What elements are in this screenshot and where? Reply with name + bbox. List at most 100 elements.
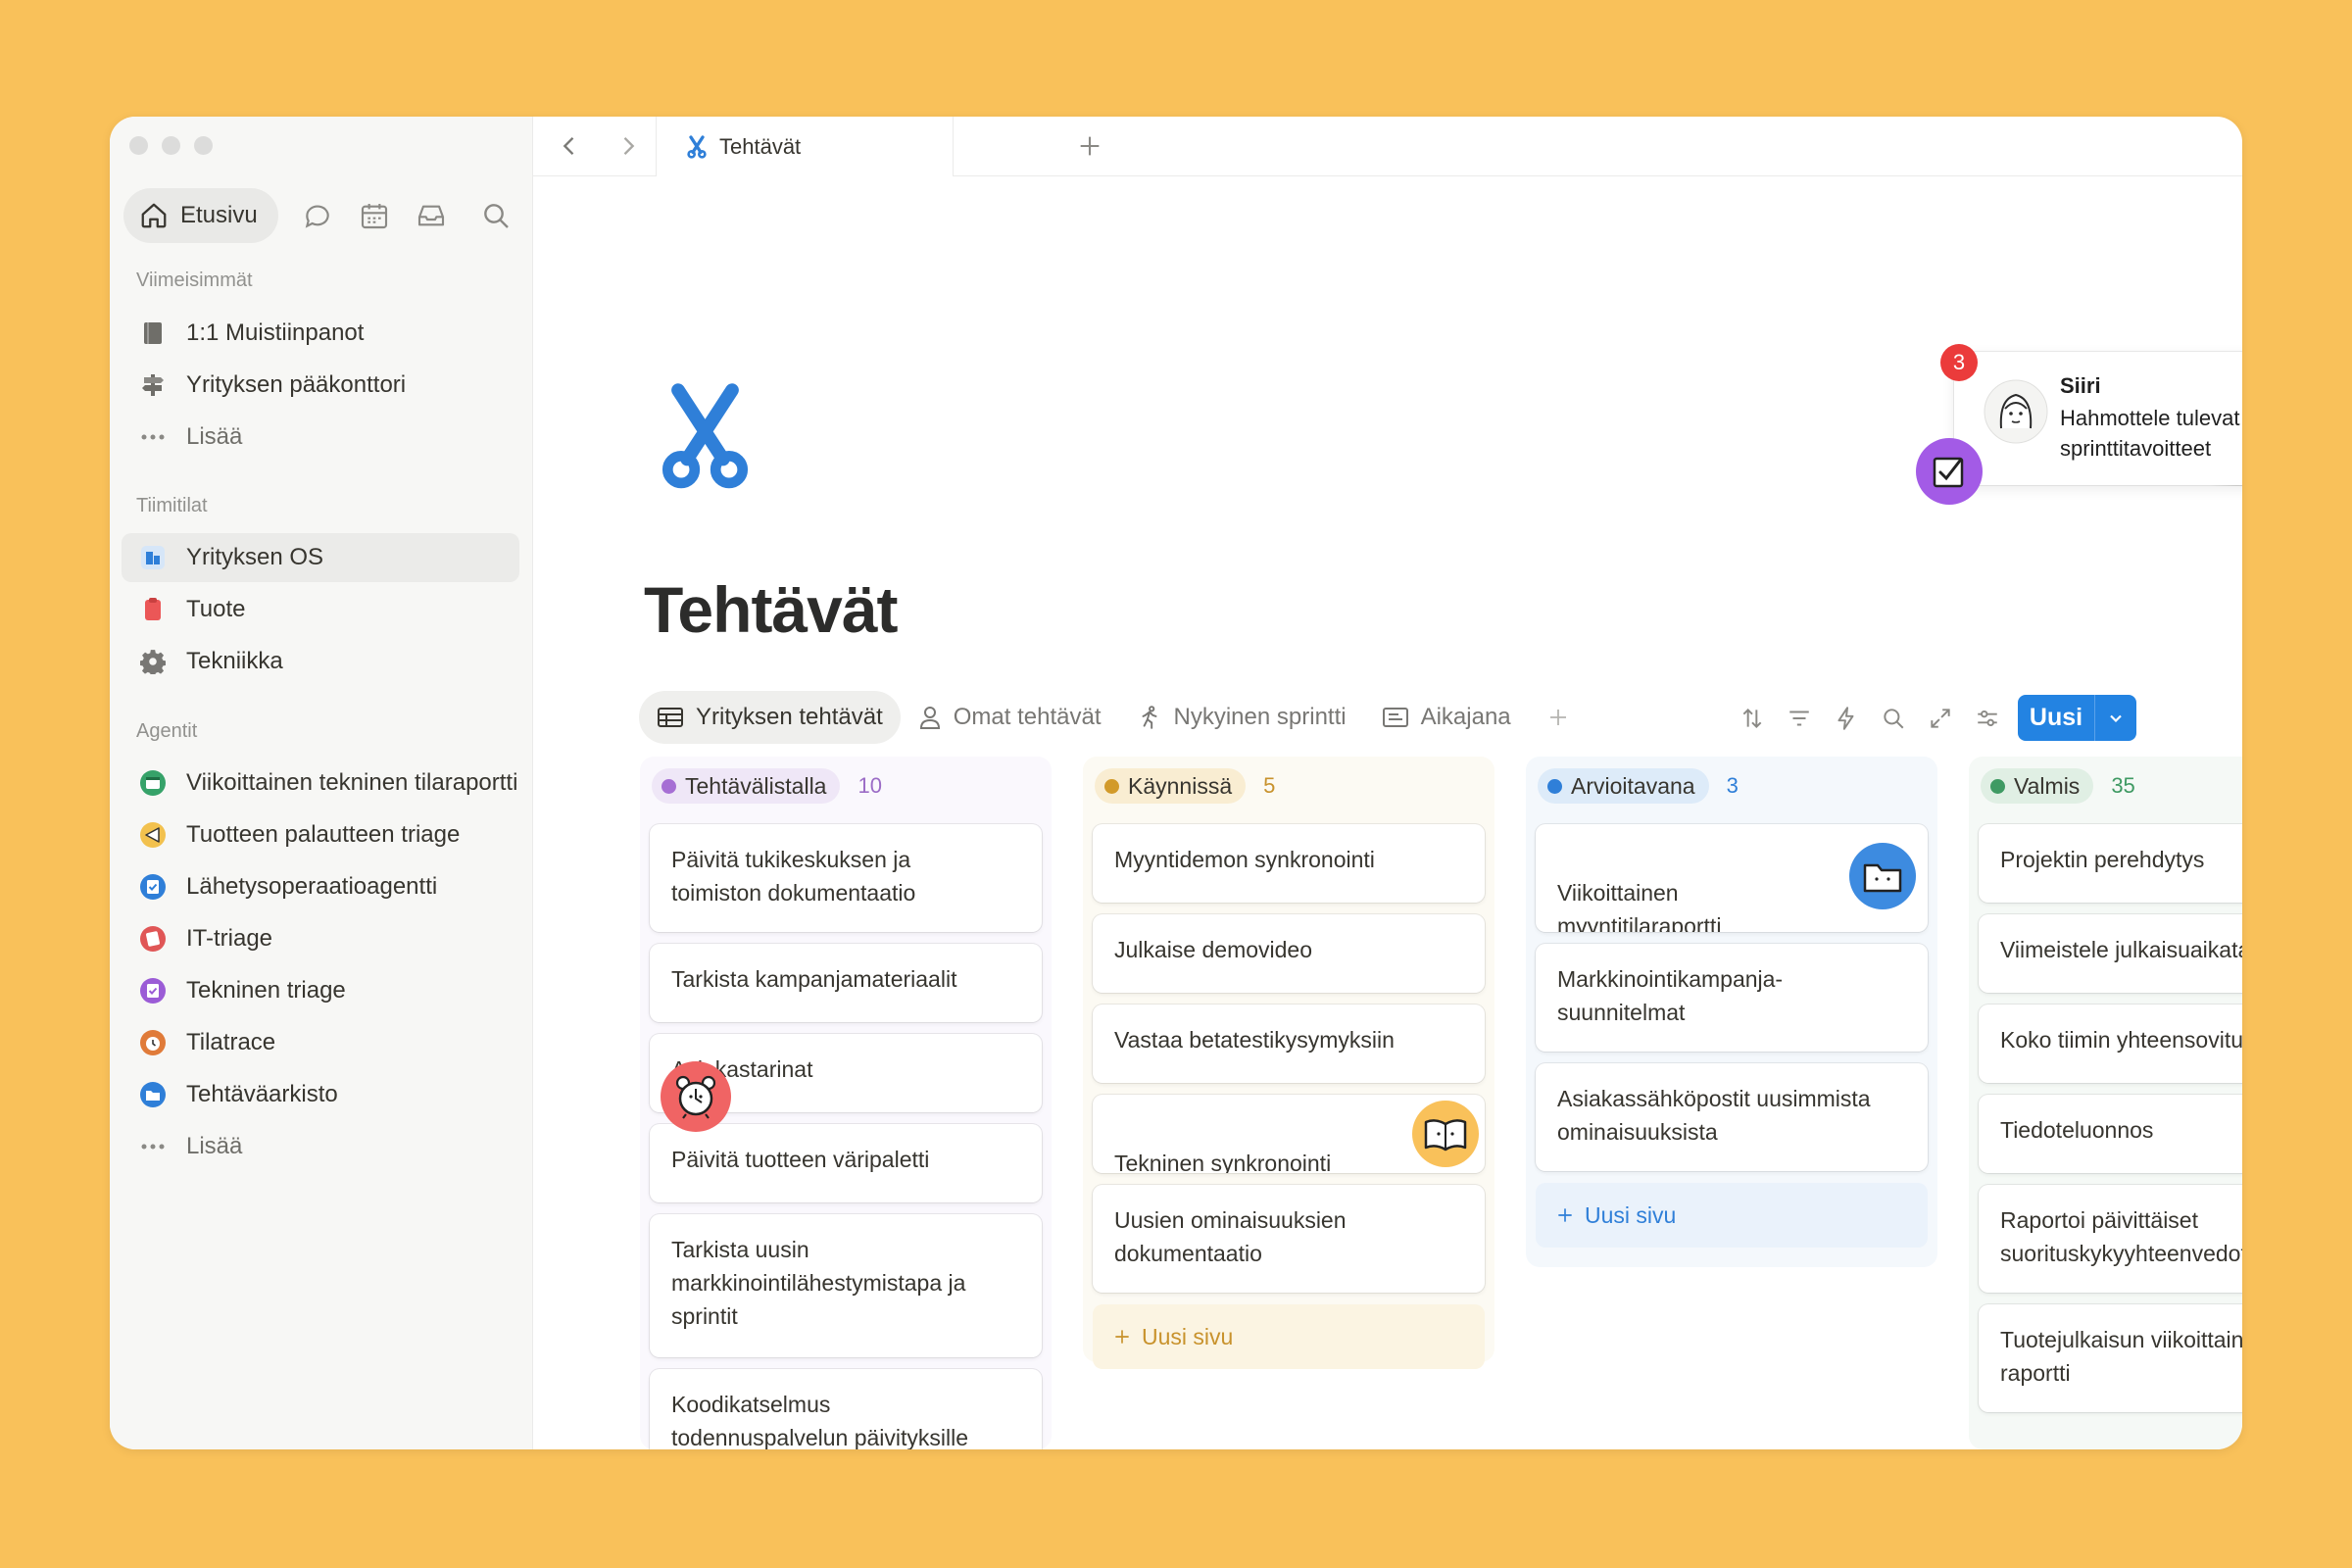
column-header[interactable]: Valmis 35 [1979, 768, 2242, 804]
sidebar-item-label: Tekninen triage [186, 977, 346, 1004]
search-database-button[interactable] [1870, 695, 1917, 742]
settings-button[interactable] [1964, 695, 2011, 742]
maximize-window-button[interactable] [194, 136, 213, 155]
sidebar-item-label: Yrityksen OS [186, 544, 324, 570]
add-view-button[interactable] [1529, 691, 1588, 744]
folder-agent-icon [139, 1081, 167, 1108]
notification-card[interactable]: Siiri Hahmottele tulevat sprinttitavoitt… [1954, 352, 2242, 485]
megaphone-agent-icon [139, 821, 167, 849]
column-header[interactable]: Tehtävälistalla 10 [650, 768, 1042, 804]
new-button-dropdown[interactable] [2095, 709, 2136, 728]
add-page-label: Uusi sivu [1585, 1201, 1677, 1228]
task-card[interactable]: Viimeistele julkaisuaikataulu [1979, 914, 2242, 993]
page-scissors-icon[interactable] [659, 381, 752, 494]
task-card[interactable]: Vastaa betatestikysymyksiin [1093, 1004, 1485, 1083]
sidebar-item-it-triage[interactable]: IT-triage [122, 914, 519, 963]
sort-button[interactable] [1729, 695, 1776, 742]
calendar-icon[interactable] [359, 200, 390, 231]
expand-button[interactable] [1917, 695, 1964, 742]
status-pill: Valmis [1981, 768, 2094, 804]
search-icon[interactable] [480, 200, 512, 231]
task-card[interactable]: Tarkista uusin markkinointilähestymistap… [650, 1214, 1042, 1357]
task-card[interactable]: Päivitä tukikeskuksen ja toimiston dokum… [650, 824, 1042, 932]
task-card[interactable]: Koko tiimin yhteensovitus [1979, 1004, 2242, 1083]
sidebar-item-product[interactable]: Tuote [122, 585, 519, 634]
back-arrow-icon[interactable] [556, 132, 583, 160]
sidebar-item-company-hq[interactable]: Yrityksen pääkonttori [122, 361, 519, 410]
task-card[interactable]: Viikoittainen myyntitilaraportti [1536, 824, 1928, 932]
home-button[interactable]: Etusivu [123, 188, 278, 243]
more-icon [139, 1133, 167, 1160]
sidebar-item-engineering[interactable]: Tekniikka [122, 637, 519, 686]
column-count: 5 [1263, 773, 1276, 798]
sidebar-item-tech-triage[interactable]: Tekninen triage [122, 966, 519, 1015]
column-header[interactable]: Arvioitavana 3 [1536, 768, 1928, 804]
sidebar-item-label: Lisää [186, 1133, 243, 1159]
column-title: Valmis [2014, 772, 2081, 799]
sidebar-item-1-1-notes[interactable]: 1:1 Muistiinpanot [122, 309, 519, 358]
view-tab-timeline[interactable]: Aikajana [1364, 691, 1529, 744]
sidebar-item-label: Lisää [186, 423, 243, 450]
search-icon [1884, 709, 1904, 729]
column-title: Käynnissä [1128, 772, 1233, 799]
task-card[interactable]: Tekninen synkronointi [1093, 1095, 1485, 1173]
task-card[interactable]: Projektin perehdytys [1979, 824, 2242, 903]
notebook-icon [139, 319, 167, 347]
minimize-window-button[interactable] [162, 136, 180, 155]
page-title[interactable]: Tehtävät [644, 572, 899, 647]
alarm-agent-icon [139, 1029, 167, 1056]
task-card[interactable]: Tiedoteluonnos [1979, 1095, 2242, 1173]
task-card[interactable]: Päivitä tuotteen väripaletti [650, 1124, 1042, 1202]
sidebar-item-status-trace[interactable]: Tilatrace [122, 1018, 519, 1067]
home-label: Etusivu [180, 202, 258, 228]
task-card[interactable]: Uusien ominaisuuksien dokumentaatio [1093, 1185, 1485, 1293]
tab-tasks[interactable]: Tehtävät [656, 117, 954, 176]
recent-section-label: Viimeisimmät [136, 270, 253, 291]
plus-icon [1558, 1208, 1572, 1222]
view-tab-company-tasks[interactable]: Yrityksen tehtävät [639, 691, 901, 744]
filter-button[interactable] [1776, 695, 1823, 742]
forward-arrow-icon[interactable] [614, 132, 642, 160]
sidebar-item-more-recent[interactable]: Lisää [122, 413, 519, 462]
view-tab-current-sprint[interactable]: Nykyinen sprintti [1119, 691, 1364, 744]
inbox-icon[interactable] [416, 200, 447, 231]
column-header[interactable]: Käynnissä 5 [1093, 768, 1485, 804]
task-card-title: Viikoittainen myyntitilaraportti [1557, 880, 1722, 932]
window-controls [129, 136, 213, 155]
sidebar-item-dispatch-agent[interactable]: Lähetysoperaatioagentti [122, 862, 519, 911]
lifebuoy-agent-icon [139, 925, 167, 953]
database-toolbar [1729, 695, 2011, 742]
automation-button[interactable] [1823, 695, 1870, 742]
add-new-page-button[interactable]: Uusi sivu [1536, 1183, 1928, 1248]
task-card[interactable]: Asiakassähköpostit uusimmista ominaisuuk… [1536, 1063, 1928, 1171]
new-button[interactable]: Uusi [2018, 695, 2136, 741]
task-card[interactable]: Raportoi päivittäiset suorituskykyyhteen… [1979, 1185, 2242, 1293]
timeline-icon [1382, 708, 1408, 727]
sidebar-item-weekly-tech-report[interactable]: Viikoittainen tekninen tilaraportti [122, 759, 519, 808]
comment-notification[interactable]: Siiri Hahmottele tulevat sprinttitavoitt… [1916, 338, 2242, 514]
home-icon [141, 203, 167, 228]
add-new-page-button[interactable]: Uusi sivu [1093, 1304, 1485, 1369]
checklist-agent-icon [139, 873, 167, 901]
sidebar-item-label: Tilatrace [186, 1029, 276, 1055]
sidebar-item-more-agents[interactable]: Lisää [122, 1122, 519, 1171]
view-tab-my-tasks[interactable]: Omat tehtävät [901, 691, 1119, 744]
task-card[interactable]: Tarkista kampanjamateriaalit [650, 944, 1042, 1022]
new-tab-plus-icon[interactable] [1076, 132, 1103, 160]
app-window: Etusivu Viimeisimmät 1:1 Muistiinpanot Y… [110, 117, 2242, 1449]
task-card[interactable]: Julkaise demovideo [1093, 914, 1485, 993]
task-card[interactable]: Markkinointikampanja- suunnitelmat [1536, 944, 1928, 1052]
chat-icon[interactable] [302, 200, 333, 231]
tab-title: Tehtävät [719, 133, 802, 159]
person-icon [919, 707, 940, 729]
close-window-button[interactable] [129, 136, 148, 155]
task-card[interactable]: Tuotejulkaisun viikoittainen raportti [1979, 1304, 2242, 1412]
status-pill: Tehtävälistalla [652, 768, 841, 804]
task-card[interactable]: Koodikatselmus todennuspalvelun päivityk… [650, 1369, 1042, 1449]
calendar-agent-icon [139, 769, 167, 797]
sidebar-item-company-os[interactable]: Yrityksen OS [122, 533, 519, 582]
sidebar-item-product-feedback-triage[interactable]: Tuotteen palautteen triage [122, 810, 519, 859]
sidebar-item-task-archive[interactable]: Tehtäväarkisto [122, 1070, 519, 1119]
task-card[interactable]: Myyntidemon synkronointi [1093, 824, 1485, 903]
building-icon [139, 544, 167, 571]
